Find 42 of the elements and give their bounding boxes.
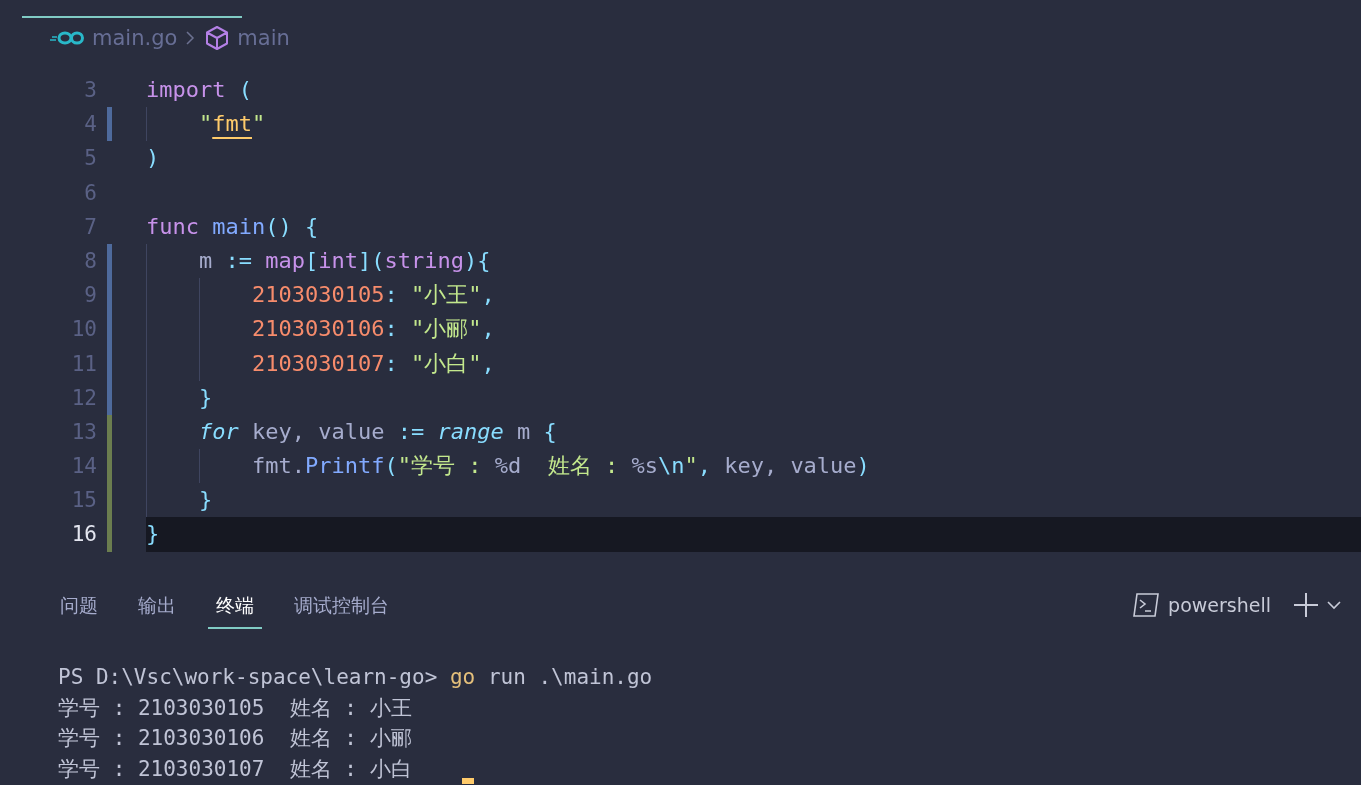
terminal-icon (1132, 592, 1161, 618)
code-line: fmt.Printf("学号 : %d 姓名 : %s\n", key, value) (146, 449, 1361, 484)
code-line: import ( (146, 76, 253, 104)
line-number: 9 (83, 282, 97, 310)
code-line: 2103030105: "小王", (146, 278, 1361, 313)
code-line: m := map[int](string){ (146, 243, 1361, 279)
line-number: 4 (83, 111, 97, 139)
code-line: 2103030107: "小白", (146, 346, 1361, 381)
terminal-line: 学号 : 2103030105 姓名 : 小王 (58, 694, 412, 722)
line-number: 10 (70, 316, 97, 344)
panel-tab[interactable]: 终端 (208, 581, 262, 629)
code-line: func main() { (146, 212, 320, 241)
go-file-icon (50, 30, 84, 46)
panel-tab[interactable]: 问题 (52, 581, 106, 629)
code-line: for key, value := range m { (146, 414, 1361, 450)
panel-tab[interactable]: 输出 (130, 581, 184, 629)
terminal-name[interactable]: powershell (1168, 594, 1271, 616)
chevron-down-icon[interactable] (1327, 600, 1341, 610)
chevron-right-icon (185, 30, 196, 46)
line-number: 14 (70, 453, 97, 481)
line-number: 13 (70, 418, 97, 446)
line-number: 11 (70, 350, 97, 378)
panel-tab[interactable]: 调试控制台 (286, 581, 397, 629)
code-line: } (146, 483, 1361, 518)
line-number: 6 (83, 179, 97, 207)
line-number: 3 (83, 77, 97, 104)
code-line: } (146, 380, 1361, 415)
line-number: 12 (70, 384, 97, 412)
code-line: "fmt" (146, 107, 1361, 142)
line-number: 15 (70, 487, 97, 515)
terminal-line: 学号 : 2103030106 姓名 : 小郦 (58, 725, 412, 752)
code-line: ) (146, 144, 161, 173)
cube-icon (205, 25, 230, 51)
line-number: 5 (83, 145, 97, 173)
terminal-line: PS D:\Vsc\work-space\learn-go> go run .\main.go (58, 664, 653, 691)
line-number: 8 (83, 247, 97, 275)
line-number: 16 (70, 521, 97, 549)
terminal-line: 学号 : 2103030107 姓名 : 小白 (58, 755, 412, 783)
plus-icon[interactable] (1293, 592, 1319, 618)
terminal-cursor (462, 778, 474, 784)
code-line: 2103030106: "小郦", (146, 312, 1361, 347)
line-number: 7 (83, 213, 97, 241)
